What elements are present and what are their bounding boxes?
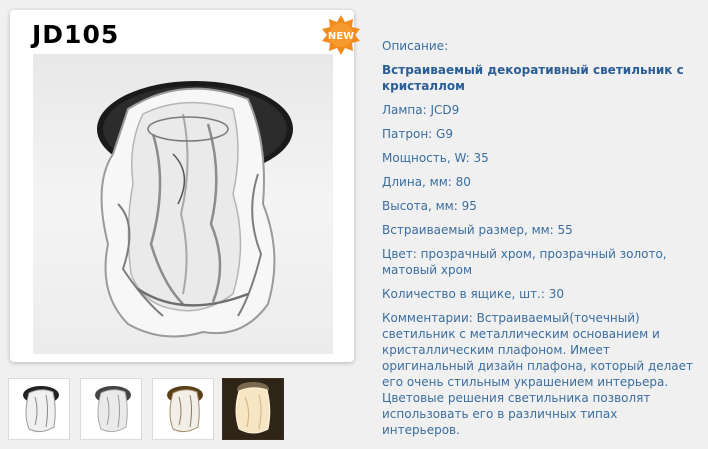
spec-socket: Патрон: G9: [382, 127, 453, 141]
spec-power: Мощность, W: 35: [382, 151, 489, 165]
thumbnail-1[interactable]: [8, 378, 70, 440]
new-starburst-icon: NEW: [322, 15, 360, 55]
product-photo[interactable]: [33, 54, 333, 354]
thumbnail-4[interactable]: [222, 378, 284, 440]
spec-color: Цвет: прозрачный хром, прозрачный золото…: [382, 247, 667, 277]
thumbnail-3[interactable]: [152, 378, 214, 440]
spec-lamp: Лампа: JCD9: [382, 103, 460, 117]
svg-text:NEW: NEW: [328, 31, 354, 42]
new-badge: NEW: [320, 14, 362, 56]
description-label: Описание:: [382, 39, 449, 53]
spec-cutout: Встраиваемый размер, мм: 55: [382, 223, 573, 237]
product-image-card: JD105 NEW: [10, 10, 360, 362]
thumbnail-2[interactable]: [80, 378, 142, 440]
thumbnail-strip: [8, 378, 308, 440]
crystal-fixture-image: [97, 81, 293, 338]
model-title: JD105: [32, 20, 120, 49]
spec-comments: Комментарии: Встраиваемый(точечный) свет…: [382, 311, 694, 437]
spec-height: Высота, мм: 95: [382, 199, 477, 213]
crystal-lit-thumb-image: [223, 379, 283, 439]
spec-panel: Описание: Встраиваемый декоративный свет…: [382, 38, 698, 446]
product-heading: Встраиваемый декоративный светильник с к…: [382, 63, 684, 93]
spec-length: Длина, мм: 80: [382, 175, 471, 189]
crystal-thumb-image: [95, 386, 131, 433]
crystal-thumb-image: [23, 386, 59, 433]
spec-box-qty: Количество в ящике, шт.: 30: [382, 287, 564, 301]
crystal-thumb-image: [167, 386, 203, 433]
